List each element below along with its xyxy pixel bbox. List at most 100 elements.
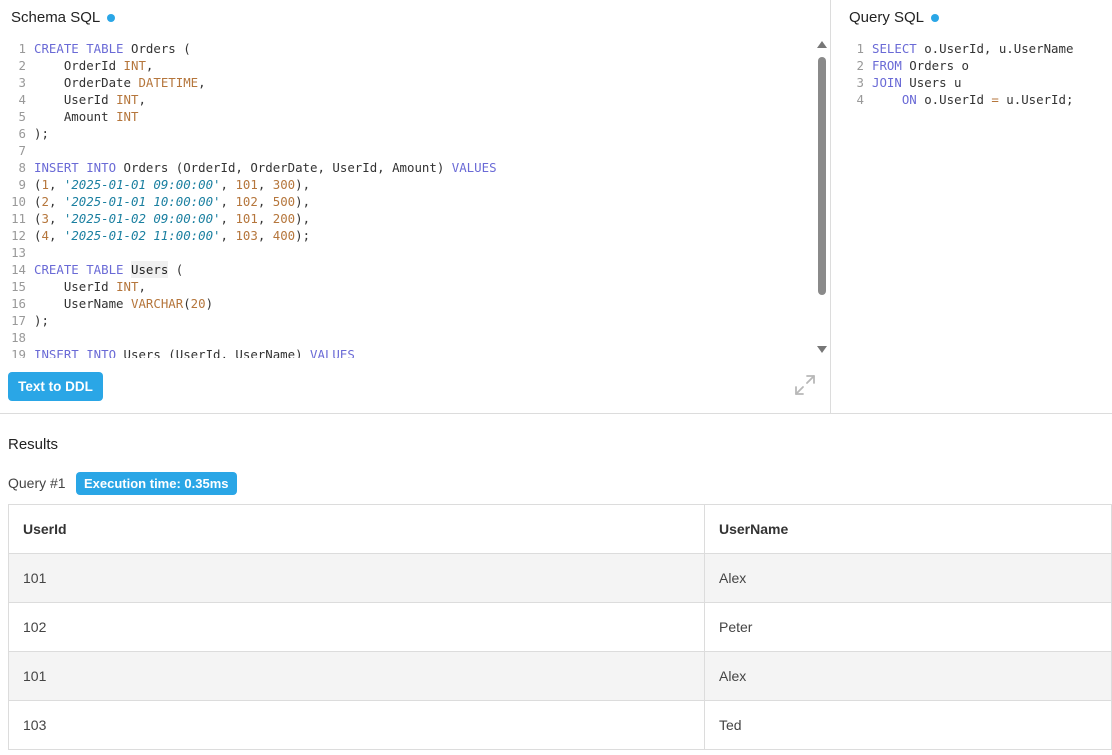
line-number: 19 bbox=[11, 347, 26, 358]
code-token: , bbox=[220, 194, 236, 209]
results-title: Results bbox=[8, 436, 59, 453]
query-title: Query SQL bbox=[849, 9, 925, 26]
schema-code-line: 12 (4, '2025-01-02 11:00:00', 103, 400); bbox=[0, 227, 812, 244]
code-token: 4 bbox=[41, 228, 49, 243]
code-token: 1 bbox=[41, 177, 49, 192]
schema-code-line: 7 bbox=[0, 142, 812, 159]
scroll-thumb[interactable] bbox=[818, 57, 826, 295]
code-token: , bbox=[48, 228, 64, 243]
query-code-line: 1 SELECT o.UserId, u.UserName bbox=[832, 40, 1112, 57]
query-panel: Query SQL 1 SELECT o.UserId, u.UserName 2 F… bbox=[832, 0, 1112, 414]
code-token: , bbox=[198, 75, 206, 90]
code-token: ), bbox=[295, 194, 311, 209]
schema-code-line: 1 CREATE TABLE Orders ( bbox=[0, 40, 812, 57]
line-number: 4 bbox=[856, 92, 864, 107]
scroll-up-arrow-icon[interactable] bbox=[817, 41, 827, 48]
code-token: '2025-01-01 09:00:00' bbox=[63, 177, 221, 192]
code-token: Orders (OrderId, OrderDate, UserId, Amou… bbox=[116, 160, 452, 175]
scroll-down-arrow-icon[interactable] bbox=[817, 346, 827, 353]
code-token: FROM bbox=[872, 58, 902, 73]
table-row: 101 Alex bbox=[8, 651, 1112, 701]
table-row: 103 Ted bbox=[8, 700, 1112, 750]
schema-scrollbar[interactable] bbox=[813, 40, 831, 358]
code-token: 101 bbox=[235, 177, 258, 192]
line-number: 2 bbox=[18, 58, 26, 73]
code-token: INT bbox=[116, 279, 139, 294]
code-token: 3 bbox=[41, 211, 49, 226]
cell-username: Alex bbox=[704, 553, 1112, 603]
code-token: , bbox=[138, 279, 146, 294]
line-number: 4 bbox=[18, 92, 26, 107]
code-token: INT bbox=[123, 58, 146, 73]
query-number-label: Query #1 bbox=[8, 475, 66, 491]
code-token: Orders ( bbox=[123, 41, 191, 56]
code-token: CREATE TABLE bbox=[34, 262, 124, 277]
schema-code-line: 19 INSERT INTO Users (UserId, UserName) V… bbox=[0, 346, 812, 358]
code-token: ), bbox=[295, 177, 311, 192]
code-token: 102 bbox=[235, 194, 258, 209]
query-code-line: 4 ON o.UserId = u.UserId; bbox=[832, 91, 1112, 108]
schema-code-line: 6); bbox=[0, 125, 812, 142]
line-number: 15 bbox=[11, 279, 26, 294]
line-number: 9 bbox=[18, 177, 26, 192]
code-token: 200 bbox=[272, 211, 296, 226]
code-token: INT bbox=[116, 92, 139, 107]
schema-code-line: 13 bbox=[0, 244, 812, 261]
schema-code-line: 4 UserId INT, bbox=[0, 91, 812, 108]
text-to-ddl-button[interactable]: Text to DDL bbox=[8, 372, 103, 401]
query-code-editor[interactable]: 1 SELECT o.UserId, u.UserName 2 FROM Orders… bbox=[832, 40, 1112, 140]
cell-username: Alex bbox=[704, 651, 1112, 701]
line-number: 13 bbox=[11, 245, 26, 260]
code-token: JOIN bbox=[872, 75, 902, 90]
code-token: ); bbox=[34, 313, 49, 328]
schema-code-line: 17); bbox=[0, 312, 812, 329]
code-token: UserName bbox=[34, 296, 131, 311]
code-token: , bbox=[145, 58, 154, 73]
line-number: 5 bbox=[18, 109, 26, 124]
schema-code-line: 15 UserId INT, bbox=[0, 278, 812, 295]
code-token: '2025-01-02 09:00:00' bbox=[63, 211, 221, 226]
schema-title: Schema SQL bbox=[11, 9, 101, 26]
code-token: ) bbox=[205, 296, 214, 311]
code-token: 300 bbox=[272, 177, 296, 192]
schema-status-dot-icon bbox=[107, 13, 116, 22]
schema-code-line: 11 (3, '2025-01-02 09:00:00', 101, 200), bbox=[0, 210, 812, 227]
code-token: , bbox=[48, 177, 64, 192]
schema-code-editor[interactable]: 1 CREATE TABLE Orders (2 OrderId INT, 3 Or… bbox=[0, 40, 812, 358]
expand-icon[interactable] bbox=[793, 373, 817, 397]
code-token: Users u bbox=[901, 75, 962, 90]
code-token: Amount bbox=[34, 109, 117, 124]
code-token: Users (UserId, UserName) bbox=[116, 347, 311, 358]
code-token: INSERT INTO bbox=[34, 160, 117, 175]
code-token: '2025-01-02 11:00:00' bbox=[63, 228, 221, 243]
schema-code-line: 16 UserName VARCHAR(20) bbox=[0, 295, 812, 312]
code-token: ( bbox=[183, 296, 191, 311]
line-number: 18 bbox=[11, 330, 26, 345]
code-token: , bbox=[48, 211, 64, 226]
line-number: 6 bbox=[18, 126, 26, 141]
code-token: INT bbox=[116, 109, 139, 124]
code-token: , bbox=[48, 194, 64, 209]
table-row: 102 Peter bbox=[8, 602, 1112, 652]
code-token: 2 bbox=[41, 194, 49, 209]
code-token: ( bbox=[34, 194, 42, 209]
code-token: VARCHAR bbox=[130, 296, 184, 311]
code-token: OrderDate bbox=[34, 75, 139, 90]
line-number: 11 bbox=[11, 211, 26, 226]
line-number: 1 bbox=[18, 41, 26, 56]
code-token: u.UserId; bbox=[998, 92, 1074, 107]
code-token: , bbox=[257, 211, 273, 226]
line-number: 14 bbox=[11, 262, 26, 277]
code-token: 500 bbox=[272, 194, 296, 209]
cell-userid: 101 bbox=[8, 651, 705, 701]
code-token: '2025-01-01 10:00:00' bbox=[63, 194, 221, 209]
code-token: ( bbox=[34, 228, 42, 243]
code-token: o.UserId, u.UserName bbox=[916, 41, 1074, 56]
code-token: 400 bbox=[272, 228, 296, 243]
query-panel-header: Query SQL bbox=[849, 9, 940, 26]
schema-code-line: 18 bbox=[0, 329, 812, 346]
code-token: ( bbox=[168, 262, 184, 277]
results-header-row: UserId UserName bbox=[8, 504, 1112, 554]
